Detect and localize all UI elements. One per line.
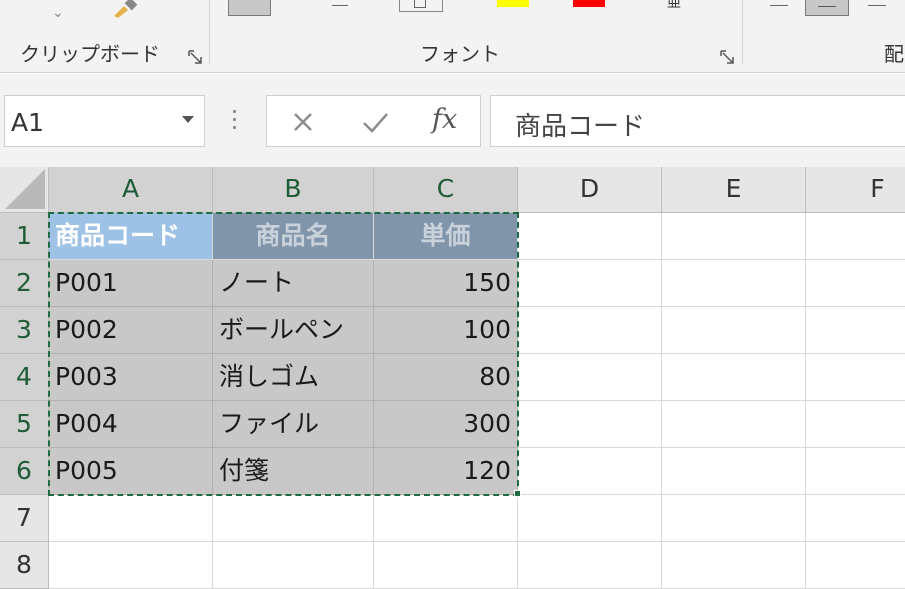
empty-cell[interactable] bbox=[518, 542, 662, 589]
cell-c3[interactable]: 100 bbox=[374, 307, 518, 354]
column-header-b[interactable]: B bbox=[213, 167, 374, 213]
formula-input[interactable]: 商品コード bbox=[490, 95, 905, 147]
cancel-icon[interactable] bbox=[287, 106, 319, 138]
align-middle-button[interactable] bbox=[805, 0, 849, 16]
empty-cell[interactable] bbox=[518, 448, 662, 495]
empty-cell[interactable] bbox=[662, 448, 806, 495]
empty-cell[interactable] bbox=[806, 448, 905, 495]
cell-a3[interactable]: P002 bbox=[49, 307, 213, 354]
cell-b2[interactable]: ノート bbox=[213, 260, 374, 307]
row-header-2[interactable]: 2 bbox=[0, 260, 49, 307]
name-box[interactable]: A1 bbox=[4, 95, 205, 147]
border-icon[interactable] bbox=[332, 5, 348, 6]
cell-b6[interactable]: 付箋 bbox=[213, 448, 374, 495]
row-header-6[interactable]: 6 bbox=[0, 448, 49, 495]
empty-cell[interactable] bbox=[662, 213, 806, 260]
empty-cell[interactable] bbox=[806, 401, 905, 448]
font-color-swatch[interactable] bbox=[573, 0, 605, 7]
empty-cell[interactable] bbox=[518, 260, 662, 307]
align-bottom-icon[interactable] bbox=[868, 5, 886, 6]
row-header-7[interactable]: 7 bbox=[0, 495, 49, 542]
empty-cell[interactable] bbox=[806, 354, 905, 401]
cell-a5[interactable]: P004 bbox=[49, 401, 213, 448]
cell-c5[interactable]: 300 bbox=[374, 401, 518, 448]
empty-cell[interactable] bbox=[662, 307, 806, 354]
empty-cell[interactable] bbox=[374, 542, 518, 589]
empty-cell[interactable] bbox=[518, 401, 662, 448]
chevron-down-icon[interactable]: ⌄ bbox=[52, 6, 64, 20]
cell-a2[interactable]: P001 bbox=[49, 260, 213, 307]
row-header-4[interactable]: 4 bbox=[0, 354, 49, 401]
empty-cell[interactable] bbox=[518, 354, 662, 401]
empty-cell[interactable] bbox=[662, 260, 806, 307]
alignment-group-label: 配 bbox=[884, 42, 904, 66]
empty-cell[interactable] bbox=[806, 307, 905, 354]
dialog-launcher-icon[interactable] bbox=[720, 50, 735, 65]
insert-function-icon[interactable]: fx bbox=[432, 104, 457, 135]
cell-c1[interactable]: 単価 bbox=[374, 213, 518, 260]
drag-handle-icon[interactable] bbox=[233, 110, 237, 132]
row-header-3[interactable]: 3 bbox=[0, 307, 49, 354]
clipboard-group-label: クリップボード bbox=[20, 42, 160, 66]
empty-cell[interactable] bbox=[374, 495, 518, 542]
empty-cell[interactable] bbox=[806, 260, 905, 307]
font-size-box[interactable] bbox=[228, 0, 271, 16]
cell-a6[interactable]: P005 bbox=[49, 448, 213, 495]
align-top-icon[interactable] bbox=[770, 5, 788, 6]
highlight-color-swatch[interactable] bbox=[497, 0, 529, 7]
cell-b5[interactable]: ファイル bbox=[213, 401, 374, 448]
ribbon-separator bbox=[209, 0, 210, 64]
cell-b4[interactable]: 消しゴム bbox=[213, 354, 374, 401]
name-box-value: A1 bbox=[11, 108, 45, 137]
cell-a4[interactable]: P003 bbox=[49, 354, 213, 401]
dialog-launcher-icon[interactable] bbox=[188, 50, 203, 65]
empty-cell[interactable] bbox=[49, 542, 213, 589]
cell-c2[interactable]: 150 bbox=[374, 260, 518, 307]
column-header-f[interactable]: F bbox=[806, 167, 905, 213]
empty-cell[interactable] bbox=[662, 401, 806, 448]
row-header-5[interactable]: 5 bbox=[0, 401, 49, 448]
phonetic-icon[interactable]: 亜 bbox=[667, 0, 681, 10]
select-all-button[interactable] bbox=[0, 167, 49, 213]
ribbon-separator bbox=[742, 0, 743, 64]
cell-b3[interactable]: ボールペン bbox=[213, 307, 374, 354]
enter-check-icon[interactable] bbox=[359, 106, 391, 138]
formula-value: 商品コード bbox=[515, 112, 646, 142]
column-header-e[interactable]: E bbox=[662, 167, 806, 213]
column-header-d[interactable]: D bbox=[518, 167, 662, 213]
fill-handle[interactable] bbox=[514, 490, 521, 497]
empty-cell[interactable] bbox=[518, 495, 662, 542]
font-group-label: フォント bbox=[420, 42, 500, 66]
format-painter-icon[interactable] bbox=[110, 0, 140, 18]
empty-cell[interactable] bbox=[213, 542, 374, 589]
row-header-1[interactable]: 1 bbox=[0, 213, 49, 260]
chevron-down-icon[interactable] bbox=[182, 116, 194, 123]
column-header-a[interactable]: A bbox=[49, 167, 213, 213]
empty-cell[interactable] bbox=[49, 495, 213, 542]
empty-cell[interactable] bbox=[806, 495, 905, 542]
cell-b1[interactable]: 商品名 bbox=[213, 213, 374, 260]
row-header-8[interactable]: 8 bbox=[0, 542, 49, 589]
empty-cell[interactable] bbox=[518, 213, 662, 260]
empty-cell[interactable] bbox=[662, 542, 806, 589]
borders-button-icon[interactable] bbox=[399, 0, 443, 12]
cell-c4[interactable]: 80 bbox=[374, 354, 518, 401]
cell-a1[interactable]: 商品コード bbox=[49, 213, 213, 260]
empty-cell[interactable] bbox=[806, 213, 905, 260]
cell-c6[interactable]: 120 bbox=[374, 448, 518, 495]
empty-cell[interactable] bbox=[806, 542, 905, 589]
ribbon: ⌄ クリップボード 亜 フォント 配 bbox=[0, 0, 905, 73]
column-header-c[interactable]: C bbox=[374, 167, 518, 213]
empty-cell[interactable] bbox=[662, 354, 806, 401]
empty-cell[interactable] bbox=[662, 495, 806, 542]
empty-cell[interactable] bbox=[213, 495, 374, 542]
empty-cell[interactable] bbox=[518, 307, 662, 354]
